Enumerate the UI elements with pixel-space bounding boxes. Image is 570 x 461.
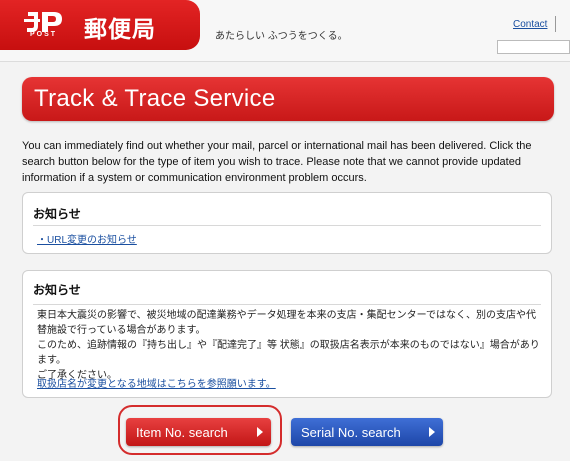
header-divider [555,16,556,32]
japan-post-logo[interactable]: POST 郵便局 [0,0,200,50]
serial-number-search-button[interactable]: Serial No. search [291,418,443,446]
notice-divider [33,304,541,305]
arrow-right-icon [257,427,263,437]
site-header: POST 郵便局 あたらしい ふつうをつくる。 Contact [0,0,570,62]
intro-text: You can immediately find out whether you… [22,140,532,184]
notice-heading: お知らせ [33,283,81,297]
url-change-notice-link[interactable]: ・URL変更のお知らせ [37,231,137,246]
logo-name: 郵便局 [84,16,156,42]
notice-divider [33,225,541,226]
item-search-label: Item No. search [136,424,228,440]
notice-body: 東日本大震災の影響で、被災地域の配達業務やデータ処理を本来の支店・集配センターで… [37,308,545,383]
notice-heading: お知らせ [33,207,81,221]
page-title: Track & Trace Service [34,85,276,112]
notice-body-paragraph: 東日本大震災の影響で、被災地域の配達業務やデータ処理を本来の支店・集配センターで… [37,310,536,336]
arrow-right-icon [429,427,435,437]
contact-link[interactable]: Contact [513,19,547,30]
notice-box-earthquake: お知らせ 東日本大震災の影響で、被災地域の配達業務やデータ処理を本来の支店・集配… [22,270,552,398]
notice-box-url-change: お知らせ ・URL変更のお知らせ [22,192,552,254]
header-search-input[interactable] [497,40,570,54]
logo-post-text: POST [30,31,58,38]
tagline: あたらしい ふつうをつくる。 [215,31,348,42]
branch-change-areas-link[interactable]: 取扱店名が変更となる地域はこちらを参照願います。 [37,375,276,390]
serial-search-label: Serial No. search [301,424,401,440]
page-title-banner: Track & Trace Service [22,77,554,121]
item-number-search-button[interactable]: Item No. search [126,418,271,446]
notice-body-paragraph: このため、追跡情報の『持ち出し』や『配達完了』等 状態』の取扱店名表示が本来のも… [37,340,540,366]
